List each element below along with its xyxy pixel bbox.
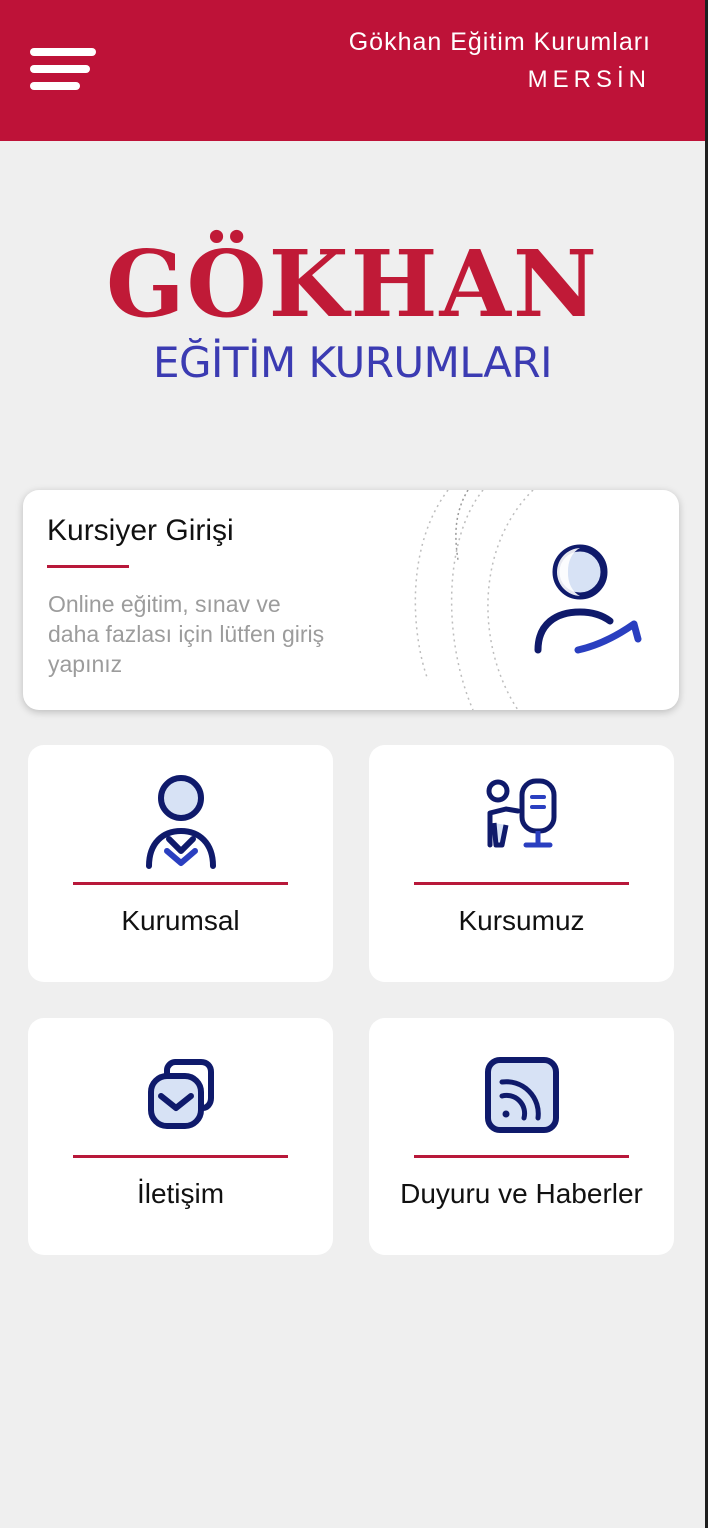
- login-card-divider: [47, 565, 129, 568]
- rss-news-icon: [484, 1057, 559, 1133]
- hamburger-menu-icon[interactable]: [30, 48, 98, 94]
- logo-subtitle: EĞİTİM KURUMLARI: [152, 338, 553, 387]
- tile-label: Duyuru ve Haberler: [400, 1178, 643, 1209]
- tile-divider: [414, 1155, 629, 1158]
- institution-name: Gökhan Eğitim Kurumları: [348, 28, 651, 56]
- tile-divider: [414, 882, 629, 885]
- tile-label: İletişim: [136, 1178, 225, 1209]
- tile-label: Kursumuz: [458, 905, 585, 936]
- login-card-title: Kursiyer Girişi: [47, 514, 234, 547]
- login-card-description: Online eğitim, sınav ve daha fazlası içi…: [48, 591, 325, 677]
- top-app-bar: Gökhan Eğitim Kurumları MERSİN: [0, 0, 705, 141]
- tile-iletisim[interactable]: İletişim: [28, 1018, 333, 1255]
- user-login-icon: [534, 544, 642, 654]
- contact-mail-icon: [147, 1059, 214, 1129]
- tile-divider: [73, 882, 288, 885]
- tile-kurumsal[interactable]: Kurumsal: [28, 745, 333, 982]
- logo-title: GÖKHAN: [105, 230, 600, 338]
- tile-kursumuz[interactable]: Kursumuz: [369, 745, 674, 982]
- corporate-person-icon: [145, 775, 216, 869]
- tile-duyuru-ve-haberler[interactable]: Duyuru ve Haberler: [369, 1018, 674, 1255]
- student-login-card[interactable]: Kursiyer Girişi Online eğitim, sınav ve …: [23, 490, 679, 710]
- city-name: MERSİN: [527, 66, 651, 93]
- tile-label: Kurumsal: [121, 905, 240, 936]
- tile-divider: [73, 1155, 288, 1158]
- teacher-board-icon: [486, 778, 556, 848]
